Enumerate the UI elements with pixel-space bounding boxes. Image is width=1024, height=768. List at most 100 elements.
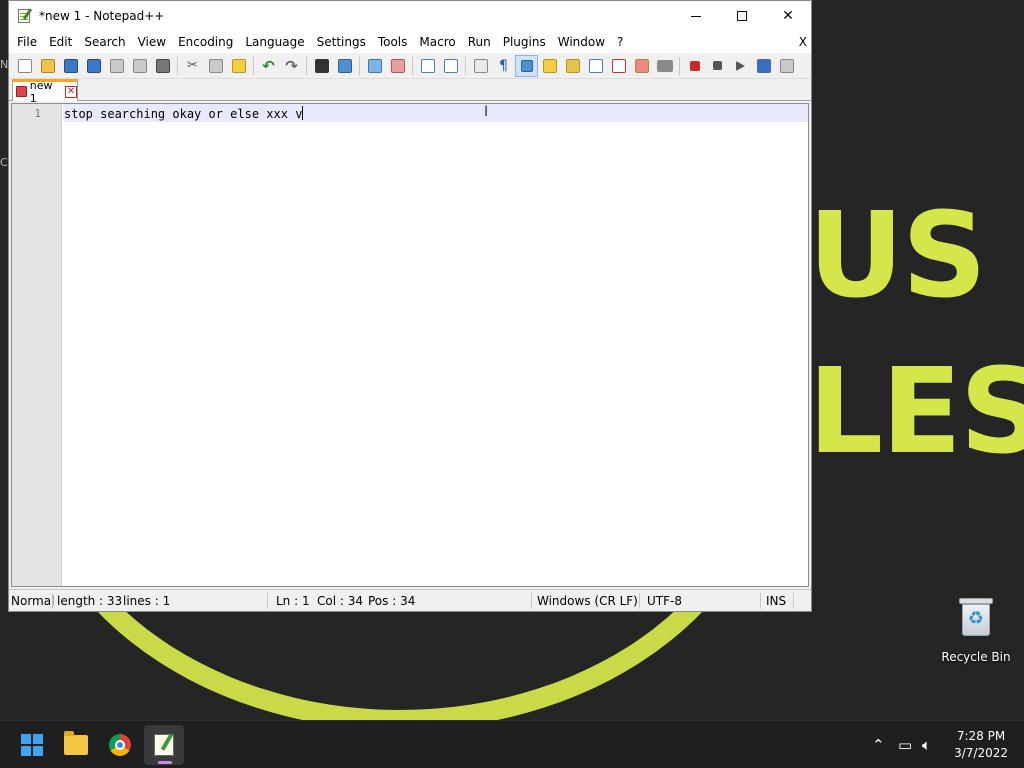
title-bar[interactable]: *new 1 - Notepad++ ✕	[9, 1, 811, 31]
stop-macro-icon[interactable]	[706, 55, 729, 77]
menu-window[interactable]: Window	[552, 31, 611, 53]
ibeam-cursor-icon: I	[484, 104, 489, 120]
maximize-button[interactable]	[719, 1, 765, 31]
menu-help[interactable]: ?	[611, 31, 629, 53]
cut-icon[interactable]: ✂	[181, 55, 204, 77]
toolbar-separator	[306, 56, 307, 75]
status-encoding[interactable]: UTF-8	[647, 590, 682, 612]
replace-icon[interactable]	[333, 55, 356, 77]
save-icon[interactable]	[59, 55, 82, 77]
toolbar-separator	[679, 56, 680, 75]
menu-search[interactable]: Search	[78, 31, 131, 53]
paste-icon[interactable]	[227, 55, 250, 77]
text-editor[interactable]: 1 stop searching okay or else xxx v I	[11, 103, 809, 587]
record-macro-icon[interactable]	[683, 55, 706, 77]
window-title: *new 1 - Notepad++	[39, 9, 165, 23]
network-icon[interactable]: ▭	[898, 733, 912, 757]
taskbar-chrome[interactable]	[100, 725, 140, 765]
taskbar-file-explorer[interactable]	[56, 725, 96, 765]
function-list-icon[interactable]	[561, 55, 584, 77]
menu-encoding[interactable]: Encoding	[172, 31, 239, 53]
file-explorer-icon	[64, 731, 88, 755]
indent-guide-icon[interactable]	[515, 54, 538, 77]
notepad-app-icon[interactable]	[17, 8, 33, 24]
status-bar: Normal length : 33 lines : 1 Ln : 1 Col …	[9, 589, 811, 611]
start-button[interactable]	[12, 725, 52, 765]
menu-macro[interactable]: Macro	[413, 31, 461, 53]
toolbar-separator	[412, 56, 413, 75]
close-document-button[interactable]: X	[799, 31, 807, 53]
tab-bar: new 1 ✕	[9, 79, 811, 105]
save-macro-icon[interactable]	[775, 55, 798, 77]
new-file-icon[interactable]	[13, 55, 36, 77]
status-mode: Normal	[11, 594, 55, 608]
desktop-edge-glyph-2: C	[0, 156, 8, 169]
menu-plugins[interactable]: Plugins	[497, 31, 552, 53]
recycle-bin-shortcut[interactable]: ♻ Recycle Bin	[940, 596, 1012, 664]
notepad-plus-plus-window: *new 1 - Notepad++ ✕ File Edit Search Vi…	[8, 0, 812, 612]
menu-edit[interactable]: Edit	[43, 31, 78, 53]
taskbar-notepad-plus-plus[interactable]	[144, 725, 184, 765]
status-divider	[793, 593, 794, 609]
tray-chevron-icon[interactable]: ⌃	[872, 733, 885, 757]
recycle-bin-label: Recycle Bin	[941, 650, 1011, 664]
menu-settings[interactable]: Settings	[311, 31, 372, 53]
status-eol[interactable]: Windows (CR LF)	[537, 590, 638, 612]
zoom-out-icon[interactable]	[386, 55, 409, 77]
print-icon[interactable]	[151, 55, 174, 77]
play-macro-icon[interactable]	[729, 55, 752, 77]
status-column: Col : 34	[317, 594, 363, 608]
editor-line-1[interactable]: stop searching okay or else xxx v	[64, 106, 304, 121]
menu-file[interactable]: File	[11, 31, 43, 53]
document-list-icon[interactable]	[607, 55, 630, 77]
menu-run[interactable]: Run	[462, 31, 497, 53]
clock-date: 3/7/2022	[954, 746, 1008, 760]
sync-horizontal-icon[interactable]	[439, 55, 462, 77]
status-length: length : 33	[57, 594, 123, 608]
tab-new-1[interactable]: new 1 ✕	[12, 79, 78, 105]
minimize-button[interactable]	[673, 1, 719, 31]
menu-view[interactable]: View	[132, 31, 172, 53]
tab-label: new 1	[29, 78, 53, 105]
monitoring-icon[interactable]	[653, 55, 676, 77]
recycle-bin-icon: ♻	[958, 596, 994, 636]
text-caret	[302, 106, 304, 120]
toolbar-separator	[177, 56, 178, 75]
tab-close-icon[interactable]: ✕	[65, 85, 77, 98]
notepad-plus-plus-icon	[154, 734, 174, 756]
wallpaper-text-les: LES	[808, 342, 1024, 480]
menu-language[interactable]: Language	[239, 31, 310, 53]
desktop-edge-glyph-1: N	[0, 58, 9, 71]
unsaved-file-icon	[16, 86, 27, 97]
toolbar-separator	[465, 56, 466, 75]
status-insert-mode[interactable]: INS	[766, 590, 786, 612]
taskbar-clock[interactable]: 7:28 PM 3/7/2022	[954, 728, 1008, 762]
copy-icon[interactable]	[204, 55, 227, 77]
word-wrap-icon[interactable]	[469, 55, 492, 77]
save-all-icon[interactable]	[82, 55, 105, 77]
clock-time: 7:28 PM	[956, 729, 1006, 743]
sync-vertical-icon[interactable]	[416, 55, 439, 77]
run-macro-multiple-icon[interactable]	[752, 55, 775, 77]
close-file-icon[interactable]	[105, 55, 128, 77]
zoom-in-icon[interactable]	[363, 55, 386, 77]
editor-text: stop searching okay or else xxx v	[64, 107, 303, 121]
close-all-icon[interactable]	[128, 55, 151, 77]
active-app-indicator	[158, 761, 172, 764]
status-lines: lines : 1	[123, 594, 171, 608]
status-position: Pos : 34	[368, 594, 416, 608]
folder-workspace-icon[interactable]	[584, 55, 607, 77]
close-window-button[interactable]: ✕	[765, 1, 811, 31]
menu-tools[interactable]: Tools	[372, 31, 414, 53]
undo-icon[interactable]: ↶	[257, 55, 280, 77]
redo-icon[interactable]: ↷	[280, 55, 303, 77]
find-icon[interactable]	[310, 55, 333, 77]
document-map-icon[interactable]	[538, 55, 561, 77]
status-line: Ln : 1	[276, 594, 310, 608]
show-all-chars-icon[interactable]: ¶	[492, 55, 515, 77]
open-file-icon[interactable]	[36, 55, 59, 77]
toolbar-separator	[253, 56, 254, 75]
status-divider	[760, 593, 761, 609]
folder-as-workspace-icon[interactable]	[630, 55, 653, 77]
volume-icon[interactable]: 🔈︎	[922, 733, 931, 757]
